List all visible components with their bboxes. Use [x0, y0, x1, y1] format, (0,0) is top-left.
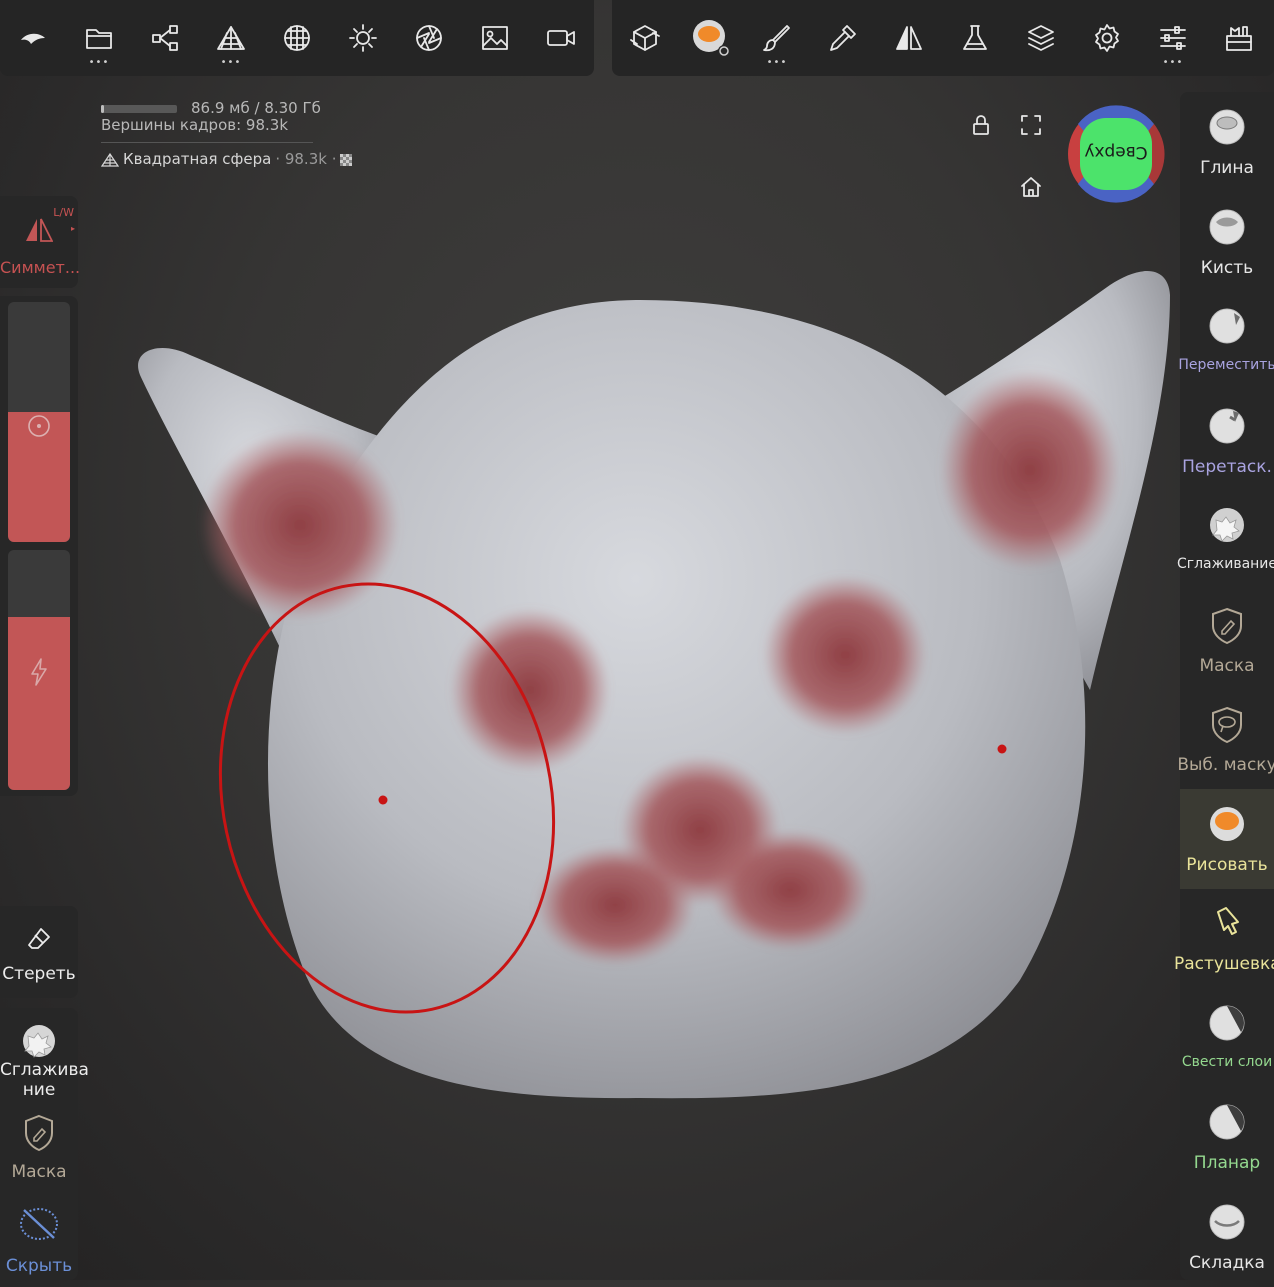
tool-label: Кисть: [1200, 257, 1254, 278]
fullscreen-icon[interactable]: [1016, 110, 1046, 140]
logo-icon[interactable]: [0, 0, 66, 76]
erase-label: Стереть: [2, 964, 76, 984]
smooth-quick-button[interactable]: Сглажива ние: [0, 1008, 89, 1100]
mask-shield-icon: [1208, 606, 1246, 644]
brush-ball-icon: [1208, 208, 1246, 246]
brush-sliders-panel: [0, 296, 78, 796]
tool-label: Глина: [1200, 158, 1254, 178]
paint-material-ball-icon[interactable]: [678, 0, 744, 76]
tool-smooth-ball[interactable]: Сглаживание: [1177, 490, 1274, 590]
mesh-name: Квадратная сфера: [123, 150, 272, 168]
symmetry-label: Симмет...: [0, 258, 81, 277]
smudge-icon: [1208, 904, 1246, 942]
tool-flatten-layers-ball[interactable]: Свести слои: [1180, 988, 1274, 1088]
tool-planar-ball[interactable]: Планар: [1180, 1087, 1274, 1187]
tools-panel: Глина Кисть Переместить Перетаск. Сглаживани…: [1174, 92, 1274, 1280]
tool-label: Рисовать: [1186, 854, 1268, 875]
folder-icon[interactable]: •••: [66, 0, 132, 76]
tool-label: Выб. маску: [1177, 755, 1274, 775]
intensity-slider[interactable]: [8, 550, 70, 790]
top-toolbar-right: ••• •••: [612, 0, 1274, 76]
mask-quick-label: Маска: [11, 1162, 67, 1182]
smooth-quick-label-1: Сглажива: [0, 1060, 89, 1080]
tool-paint-ball[interactable]: Рисовать: [1180, 788, 1274, 889]
quick-tools-panel: Сглажива ние Маска Скрыть: [0, 1008, 89, 1280]
tool-move-ball[interactable]: Переместить: [1178, 291, 1274, 391]
eraser-icon: [28, 928, 50, 949]
radius-target-icon: [28, 415, 50, 437]
planar-ball-icon: [1208, 1103, 1246, 1141]
tool-clay-ball[interactable]: Глина: [1180, 92, 1274, 192]
tool-label: Переместить: [1178, 357, 1274, 373]
layers-icon[interactable]: [1008, 0, 1074, 76]
vertices-text: Вершины кадров: 98.3k: [101, 116, 289, 134]
mask-quick-button[interactable]: Маска: [0, 1108, 78, 1188]
topology-icon[interactable]: •••: [198, 0, 264, 76]
tool-mask-shield[interactable]: Маска: [1180, 590, 1274, 690]
scene-tree-icon[interactable]: [132, 0, 198, 76]
image-icon[interactable]: [462, 0, 528, 76]
mesh-meta: · 98.3k ·: [275, 150, 337, 168]
memory-usage-fill: [101, 104, 104, 113]
hide-mesh-icon: [20, 1208, 58, 1240]
home-icon[interactable]: [1016, 172, 1046, 202]
sliders-icon[interactable]: •••: [1140, 0, 1206, 76]
symmetry-icon[interactable]: [876, 0, 942, 76]
stats-divider: [101, 142, 313, 143]
intensity-slider-fill: [8, 617, 70, 790]
gizmo-label: Сверху: [1084, 142, 1148, 162]
tool-label: Маска: [1199, 655, 1255, 676]
material-sphere-icon[interactable]: [264, 0, 330, 76]
smooth-ball-icon: [23, 1025, 55, 1058]
tool-label: Перетаск.: [1182, 456, 1272, 477]
scene-stats: 86.9 мб / 8.30 Гб Вершины кадров: 98.3k …: [101, 100, 353, 168]
aperture-icon[interactable]: [396, 0, 462, 76]
memory-usage-bar: [101, 104, 177, 113]
drag-ball-icon: [1208, 407, 1246, 445]
caret-right-icon: ▸: [70, 224, 75, 233]
sun-icon[interactable]: [330, 0, 396, 76]
tool-label: Сглаживание: [1176, 556, 1274, 572]
tool-label: Растушевка: [1174, 954, 1274, 974]
symmetry-tag: L/W: [53, 206, 74, 219]
tool-crease-ball[interactable]: Складка: [1180, 1187, 1274, 1287]
mask-shield-icon: [25, 1114, 53, 1152]
mesh-icon: [101, 152, 119, 167]
paint-ball-icon: [1208, 805, 1246, 843]
symmetry-icon: [26, 218, 53, 242]
select-mask-icon: [1208, 705, 1246, 744]
flask-icon[interactable]: [942, 0, 1008, 76]
tool-drag-ball[interactable]: Перетаск.: [1180, 391, 1274, 491]
tool-label: Планар: [1193, 1153, 1261, 1173]
cube-transform-icon[interactable]: [612, 0, 678, 76]
brush-icon[interactable]: •••: [744, 0, 810, 76]
gear-icon[interactable]: [1074, 0, 1140, 76]
tool-label: Свести слои: [1181, 1053, 1273, 1070]
radius-slider[interactable]: [8, 302, 70, 542]
erase-button[interactable]: Стереть: [0, 906, 78, 998]
memory-text: 86.9 мб / 8.30 Гб: [191, 99, 321, 117]
mesh-row[interactable]: Квадратная сфера · 98.3k ·: [101, 150, 353, 168]
lightning-icon: [31, 658, 47, 686]
flatten-layers-ball-icon: [1208, 1004, 1246, 1042]
smooth-quick-label-2: ние: [22, 1080, 56, 1100]
lock-icon[interactable]: [966, 110, 996, 140]
clay-ball-icon: [1208, 108, 1246, 146]
crease-ball-icon: [1208, 1203, 1246, 1241]
tool-smudge[interactable]: Растушевка: [1174, 888, 1274, 988]
move-ball-icon: [1208, 307, 1246, 345]
top-toolbar-left: ••• •••: [0, 0, 594, 76]
symmetry-panel[interactable]: L/W ▸ Симмет...: [0, 196, 81, 288]
tool-brush-ball[interactable]: Кисть: [1180, 192, 1274, 292]
tool-label: Складка: [1189, 1252, 1265, 1273]
hide-quick-label: Скрыть: [5, 1256, 73, 1276]
video-camera-icon[interactable]: [528, 0, 594, 76]
hide-quick-button[interactable]: Скрыть: [0, 1200, 78, 1280]
tool-select-mask[interactable]: Выб. маску: [1177, 689, 1274, 789]
memory-row: 86.9 мб / 8.30 Гб: [101, 100, 352, 117]
checker-icon: [340, 153, 353, 166]
pipette-icon[interactable]: [810, 0, 876, 76]
smooth-ball-icon: [1208, 506, 1246, 544]
toolbox-icon[interactable]: [1206, 0, 1272, 76]
